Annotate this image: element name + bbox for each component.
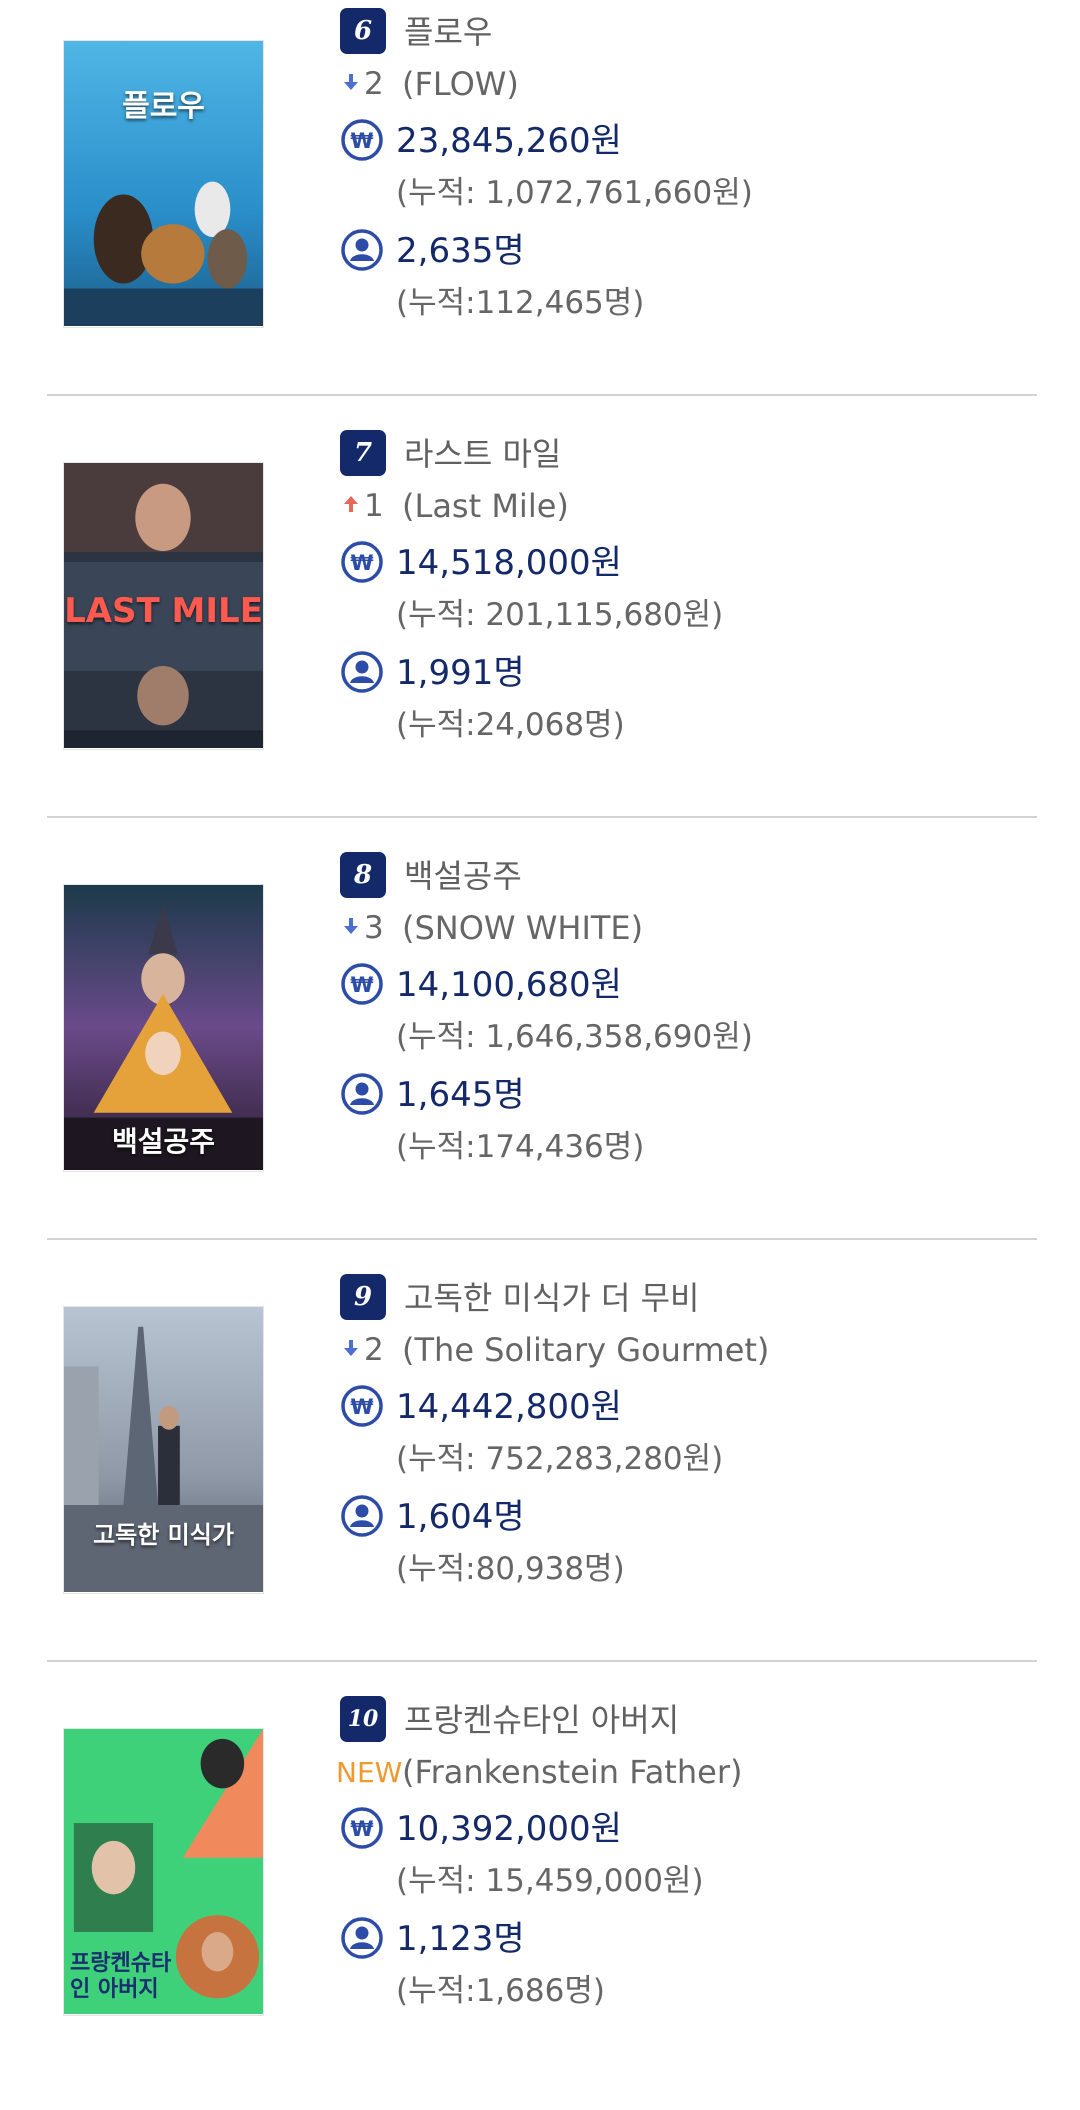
movie-poster[interactable]: LAST MILE [63, 462, 264, 750]
svg-text:₩: ₩ [350, 551, 373, 575]
won-icon: ₩ [341, 1807, 383, 1849]
won-icon: ₩ [341, 541, 383, 583]
movie-title[interactable]: 플로우 [404, 10, 492, 54]
cumulative-audience: (누적:1,686명) [396, 1973, 605, 2009]
english-title: (SNOW WHITE) [402, 909, 644, 947]
rank-change-value: 3 [364, 910, 384, 946]
daily-audience: 1,991명 [396, 653, 525, 693]
poster-title-text: LAST MILE [64, 591, 263, 631]
down-arrow-icon [340, 916, 362, 940]
poster-title-text: 프랑켄슈타인 아버지 [70, 1951, 172, 2002]
poster-title-text: 플로우 [122, 89, 205, 124]
english-title: (Last Mile) [402, 487, 569, 525]
poster-title-text: 고독한 미식가 [93, 1521, 234, 1549]
movie-poster[interactable]: 백설공주 [63, 884, 264, 1172]
poster-title-text: 백설공주 [111, 1125, 216, 1158]
up-arrow-icon [340, 494, 362, 518]
daily-audience: 2,635명 [396, 231, 525, 271]
down-arrow-icon [340, 1338, 362, 1362]
svg-text:₩: ₩ [350, 129, 373, 153]
rank-badge: 8 [340, 852, 386, 898]
movie-title[interactable]: 고독한 미식가 더 무비 [404, 1276, 699, 1320]
person-icon [341, 1495, 383, 1537]
cumulative-sales: (누적: 1,646,358,690원) [396, 1019, 753, 1055]
divider [47, 1238, 1037, 1240]
list-item[interactable]: 고독한 미식가 9 고독한 미식가 더 무비 2 (The Solitary G… [0, 1266, 1080, 1688]
list-item[interactable]: LAST MILE 7 라스트 마일 1 (Last Mile) ₩ 14,51… [0, 422, 1080, 844]
cumulative-sales: (누적: 752,283,280원) [396, 1441, 724, 1477]
daily-audience: 1,123명 [396, 1919, 525, 1959]
svg-text:₩: ₩ [350, 1395, 373, 1419]
person-icon [341, 651, 383, 693]
daily-audience: 1,645명 [396, 1075, 525, 1115]
daily-sales: 23,845,260원 [396, 121, 622, 161]
won-icon: ₩ [341, 1385, 383, 1427]
movie-title[interactable]: 프랑켄슈타인 아버지 [404, 1698, 679, 1742]
divider [47, 816, 1037, 818]
won-icon: ₩ [341, 119, 383, 161]
rank-change: 3 [340, 904, 384, 952]
movie-poster[interactable]: 프랑켄슈타인 아버지 [63, 1728, 264, 2016]
movie-title[interactable]: 라스트 마일 [404, 432, 561, 476]
cumulative-audience: (누적:24,068명) [396, 707, 625, 743]
rank-badge: 6 [340, 8, 386, 54]
rank-badge: 7 [340, 430, 386, 476]
rank-change: NEW [336, 1748, 402, 1796]
new-entry-tag: NEW [336, 1755, 403, 1789]
daily-sales: 14,442,800원 [396, 1387, 622, 1427]
rank-change-value: 1 [364, 488, 384, 524]
list-item[interactable]: 프랑켄슈타인 아버지 10 프랑켄슈타인 아버지 NEW (Frankenste… [0, 1688, 1080, 2110]
divider [47, 1660, 1037, 1662]
list-item[interactable]: 플로우 6 플로우 2 (FLOW) ₩ 23,845,260원 (누적: 1,… [0, 0, 1080, 422]
english-title: (Frankenstein Father) [402, 1753, 743, 1791]
daily-audience: 1,604명 [396, 1497, 525, 1537]
daily-sales: 10,392,000원 [396, 1809, 622, 1849]
cumulative-sales: (누적: 1,072,761,660원) [396, 175, 753, 211]
cumulative-audience: (누적:174,436명) [396, 1129, 645, 1165]
svg-text:₩: ₩ [350, 1817, 373, 1841]
rank-badge: 10 [340, 1696, 386, 1742]
english-title: (FLOW) [402, 65, 519, 103]
down-arrow-icon [340, 72, 362, 96]
won-icon: ₩ [341, 963, 383, 1005]
box-office-list: 플로우 6 플로우 2 (FLOW) ₩ 23,845,260원 (누적: 1,… [0, 0, 1080, 2110]
person-icon [341, 229, 383, 271]
cumulative-audience: (누적:112,465명) [396, 285, 645, 321]
list-item[interactable]: 백설공주 8 백설공주 3 (SNOW WHITE) ₩ 14,100,680원… [0, 844, 1080, 1266]
rank-badge: 9 [340, 1274, 386, 1320]
rank-change-value: 2 [364, 1332, 384, 1368]
movie-poster[interactable]: 플로우 [63, 40, 264, 328]
rank-change: 2 [340, 1326, 384, 1374]
cumulative-sales: (누적: 201,115,680원) [396, 597, 724, 633]
cumulative-audience: (누적:80,938명) [396, 1551, 625, 1587]
daily-sales: 14,100,680원 [396, 965, 622, 1005]
svg-text:₩: ₩ [350, 973, 373, 997]
cumulative-sales: (누적: 15,459,000원) [396, 1863, 704, 1899]
movie-title[interactable]: 백설공주 [404, 854, 522, 898]
rank-change: 2 [340, 60, 384, 108]
english-title: (The Solitary Gourmet) [402, 1331, 770, 1369]
rank-change: 1 [340, 482, 384, 530]
rank-change-value: 2 [364, 66, 384, 102]
divider [47, 394, 1037, 396]
person-icon [341, 1917, 383, 1959]
person-icon [341, 1073, 383, 1115]
movie-poster[interactable]: 고독한 미식가 [63, 1306, 264, 1594]
daily-sales: 14,518,000원 [396, 543, 622, 583]
